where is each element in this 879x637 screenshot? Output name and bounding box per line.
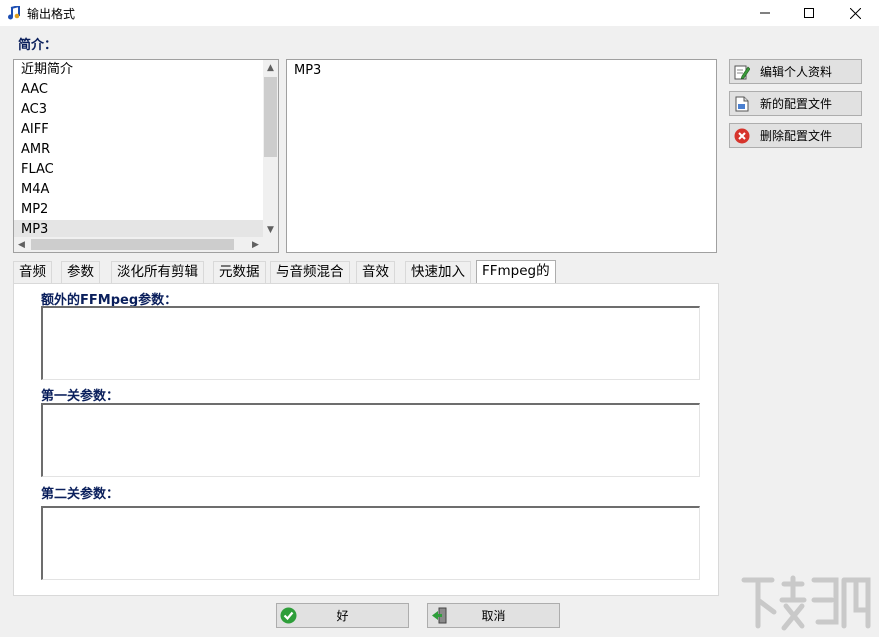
edit-profile-label: 编辑个人资料 [760, 65, 833, 79]
scroll-down-icon[interactable]: ▼ [263, 222, 278, 237]
second-pass-params-input[interactable] [41, 506, 700, 580]
list-item[interactable]: M4A [14, 180, 263, 200]
list-item[interactable]: AC3 [14, 100, 263, 120]
second-pass-params-label: 第二关参数： [41, 487, 120, 502]
tab-effects[interactable]: 音效 [356, 261, 395, 283]
tab-audio[interactable]: 音频 [13, 261, 52, 283]
cancel-button[interactable]: 取消 [427, 603, 560, 628]
horizontal-scroll-thumb[interactable] [31, 239, 234, 250]
minimize-icon [760, 12, 770, 14]
first-pass-params-label: 第一关参数： [41, 389, 120, 404]
ok-label: 好 [336, 609, 349, 623]
profile-detail-box: MP3 [286, 59, 717, 253]
tab-metadata[interactable]: 元数据 [213, 261, 266, 283]
list-item[interactable]: FLAC [14, 160, 263, 180]
maximize-icon [804, 8, 814, 18]
tab-parameters[interactable]: 参数 [61, 261, 100, 283]
delete-icon [734, 128, 750, 143]
watermark-logo [741, 575, 871, 631]
music-note-icon [8, 6, 20, 20]
delete-profile-button[interactable]: 删除配置文件 [729, 123, 862, 148]
list-item[interactable]: AAC [14, 80, 263, 100]
scroll-right-icon[interactable]: ▶ [248, 237, 263, 252]
close-button[interactable] [833, 0, 877, 26]
scroll-left-icon[interactable]: ◀ [14, 237, 29, 252]
maximize-button[interactable] [787, 0, 831, 26]
vertical-scrollbar[interactable]: ▲ ▼ [263, 60, 278, 237]
tab-quick-join[interactable]: 快速加入 [405, 261, 471, 283]
edit-document-icon [734, 65, 750, 79]
profiles-label: 简介： [18, 38, 58, 53]
edit-profile-button[interactable]: 编辑个人资料 [729, 59, 862, 84]
close-icon [849, 7, 861, 19]
horizontal-scrollbar[interactable]: ◀ ▶ [14, 237, 263, 252]
ok-button[interactable]: 好 [276, 603, 409, 628]
scroll-corner [263, 237, 278, 252]
tab-mix-with-audio[interactable]: 与音频混合 [270, 261, 350, 283]
first-pass-params-input[interactable] [41, 403, 700, 477]
delete-profile-label: 删除配置文件 [760, 129, 833, 143]
list-item[interactable]: AMR [14, 140, 263, 160]
window-title: 输出格式 [27, 7, 76, 21]
title-bar: 输出格式 [0, 0, 879, 26]
minimize-button[interactable] [743, 0, 787, 26]
tab-ffmpeg[interactable]: FFmpeg的 [476, 260, 556, 283]
ffmpeg-tab-panel: 额外的FFMpeg参数： 第一关参数： 第二关参数： [13, 283, 719, 596]
new-profile-button[interactable]: 新的配置文件 [729, 91, 862, 116]
vertical-scroll-thumb[interactable] [264, 77, 277, 157]
new-profile-label: 新的配置文件 [760, 97, 833, 111]
list-item[interactable]: MP2 [14, 200, 263, 220]
tab-fade-all-clips[interactable]: 淡化所有剪辑 [111, 261, 204, 283]
extra-ffmpeg-params-input[interactable] [41, 306, 700, 380]
profile-detail-text: MP3 [294, 63, 322, 78]
list-item[interactable]: 近期简介 [14, 60, 263, 80]
profile-list[interactable]: 近期简介 AAC AC3 AIFF AMR FLAC M4A MP2 MP3 ▲… [13, 59, 279, 253]
list-item[interactable]: AIFF [14, 120, 263, 140]
cancel-label: 取消 [481, 609, 506, 623]
scroll-up-icon[interactable]: ▲ [263, 60, 278, 75]
new-file-icon [735, 96, 749, 111]
